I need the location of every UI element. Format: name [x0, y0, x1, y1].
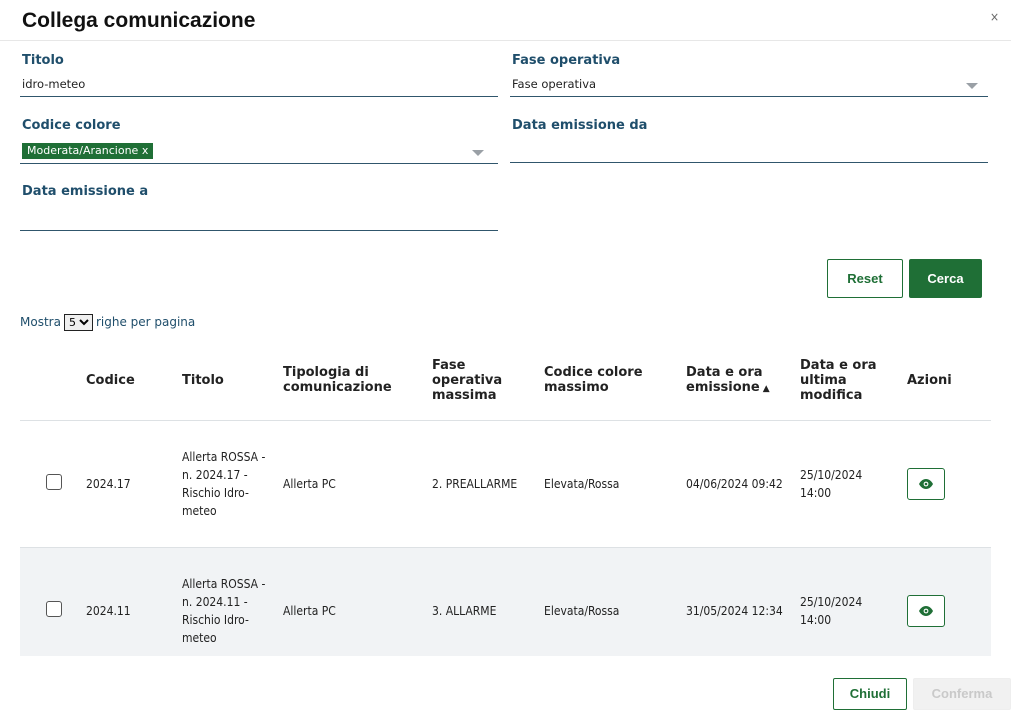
eye-icon — [919, 479, 933, 489]
data-emissione-a-label: Data emissione a — [22, 184, 149, 199]
data-emissione-a-field[interactable] — [20, 208, 498, 231]
view-button[interactable] — [907, 468, 945, 500]
cell-codice: 2024.11 — [78, 547, 174, 656]
fase-operativa-select[interactable]: Fase operativa — [510, 74, 988, 97]
cell-colore: Elevata/Rossa — [536, 547, 678, 656]
header-fase[interactable]: Fase operativa massima — [424, 340, 536, 421]
chiudi-button[interactable]: Chiudi — [833, 678, 907, 710]
chevron-down-icon — [966, 83, 978, 89]
header-colore[interactable]: Codice colore massimo — [536, 340, 678, 421]
sort-asc-icon: ▲ — [762, 384, 770, 394]
table-row: 2024.17 Allerta ROSSA - n. 2024.17 - Ris… — [20, 420, 991, 548]
cell-tipologia: Allerta PC — [275, 547, 424, 656]
table-header-row: Codice Titolo Tipologia di comunicazione… — [20, 340, 991, 421]
cell-codice: 2024.17 — [78, 420, 174, 548]
close-icon[interactable]: × — [990, 10, 999, 24]
data-emissione-da-label: Data emissione da — [512, 118, 648, 133]
cell-modifica: 25/10/2024 14:00 — [792, 420, 899, 548]
results-table-scroll[interactable]: Codice Titolo Tipologia di comunicazione… — [20, 340, 991, 656]
dialog-title: Collega comunicazione — [22, 9, 256, 32]
cell-emissione: 04/06/2024 09:42 — [678, 420, 792, 548]
codice-colore-select[interactable]: Moderata/Arancione x — [20, 141, 498, 164]
header-codice[interactable]: Codice — [78, 340, 174, 421]
header-data-emissione[interactable]: Data e ora emissione ▲ — [678, 340, 792, 421]
fase-operativa-value: Fase operativa — [512, 77, 597, 91]
rows-per-page: Mostra 5 righe per pagina — [20, 314, 195, 331]
cell-tipologia: Allerta PC — [275, 420, 424, 548]
header-data-modifica[interactable]: Data e ora ultima modifica — [792, 340, 899, 421]
row-checkbox[interactable] — [46, 473, 62, 490]
row-checkbox[interactable] — [46, 600, 62, 617]
titolo-field[interactable]: idro-meteo — [20, 74, 498, 97]
data-emissione-da-field[interactable] — [510, 140, 988, 163]
titolo-value: idro-meteo — [22, 77, 86, 91]
cell-emissione: 31/05/2024 12:34 — [678, 547, 792, 656]
header-titolo[interactable]: Titolo — [174, 340, 275, 421]
cell-modifica: 25/10/2024 14:00 — [792, 547, 899, 656]
header-select — [20, 340, 78, 421]
mostra-label: Mostra — [20, 315, 61, 329]
results-table: Codice Titolo Tipologia di comunicazione… — [20, 340, 991, 656]
rows-per-page-suffix: righe per pagina — [95, 315, 196, 329]
cell-fase: 2. PREALLARME — [424, 420, 536, 548]
codice-colore-label: Codice colore — [22, 118, 121, 133]
table-row: 2024.11 Allerta ROSSA - n. 2024.11 - Ris… — [20, 547, 991, 656]
header-data-emissione-label: Data e ora emissione — [686, 365, 763, 395]
cell-colore: Elevata/Rossa — [536, 420, 678, 548]
cell-fase: 3. ALLARME — [424, 547, 536, 656]
conferma-button[interactable]: Conferma — [913, 678, 1011, 710]
cell-titolo: Allerta ROSSA - n. 2024.17 - Rischio Idr… — [174, 420, 275, 548]
cell-titolo: Allerta ROSSA - n. 2024.11 - Rischio Idr… — [174, 547, 275, 656]
chevron-down-icon — [472, 150, 484, 156]
view-button[interactable] — [907, 595, 945, 627]
fase-operativa-label: Fase operativa — [512, 53, 621, 68]
header-azioni: Azioni — [899, 340, 991, 421]
header-tipologia[interactable]: Tipologia di comunicazione — [275, 340, 424, 421]
header-divider — [0, 40, 1011, 41]
rows-per-page-select[interactable]: 5 — [63, 314, 93, 331]
cerca-button[interactable]: Cerca — [909, 259, 982, 298]
titolo-label: Titolo — [22, 53, 64, 68]
codice-colore-chip[interactable]: Moderata/Arancione x — [22, 143, 154, 159]
reset-button[interactable]: Reset — [827, 259, 903, 298]
eye-icon — [919, 606, 933, 616]
